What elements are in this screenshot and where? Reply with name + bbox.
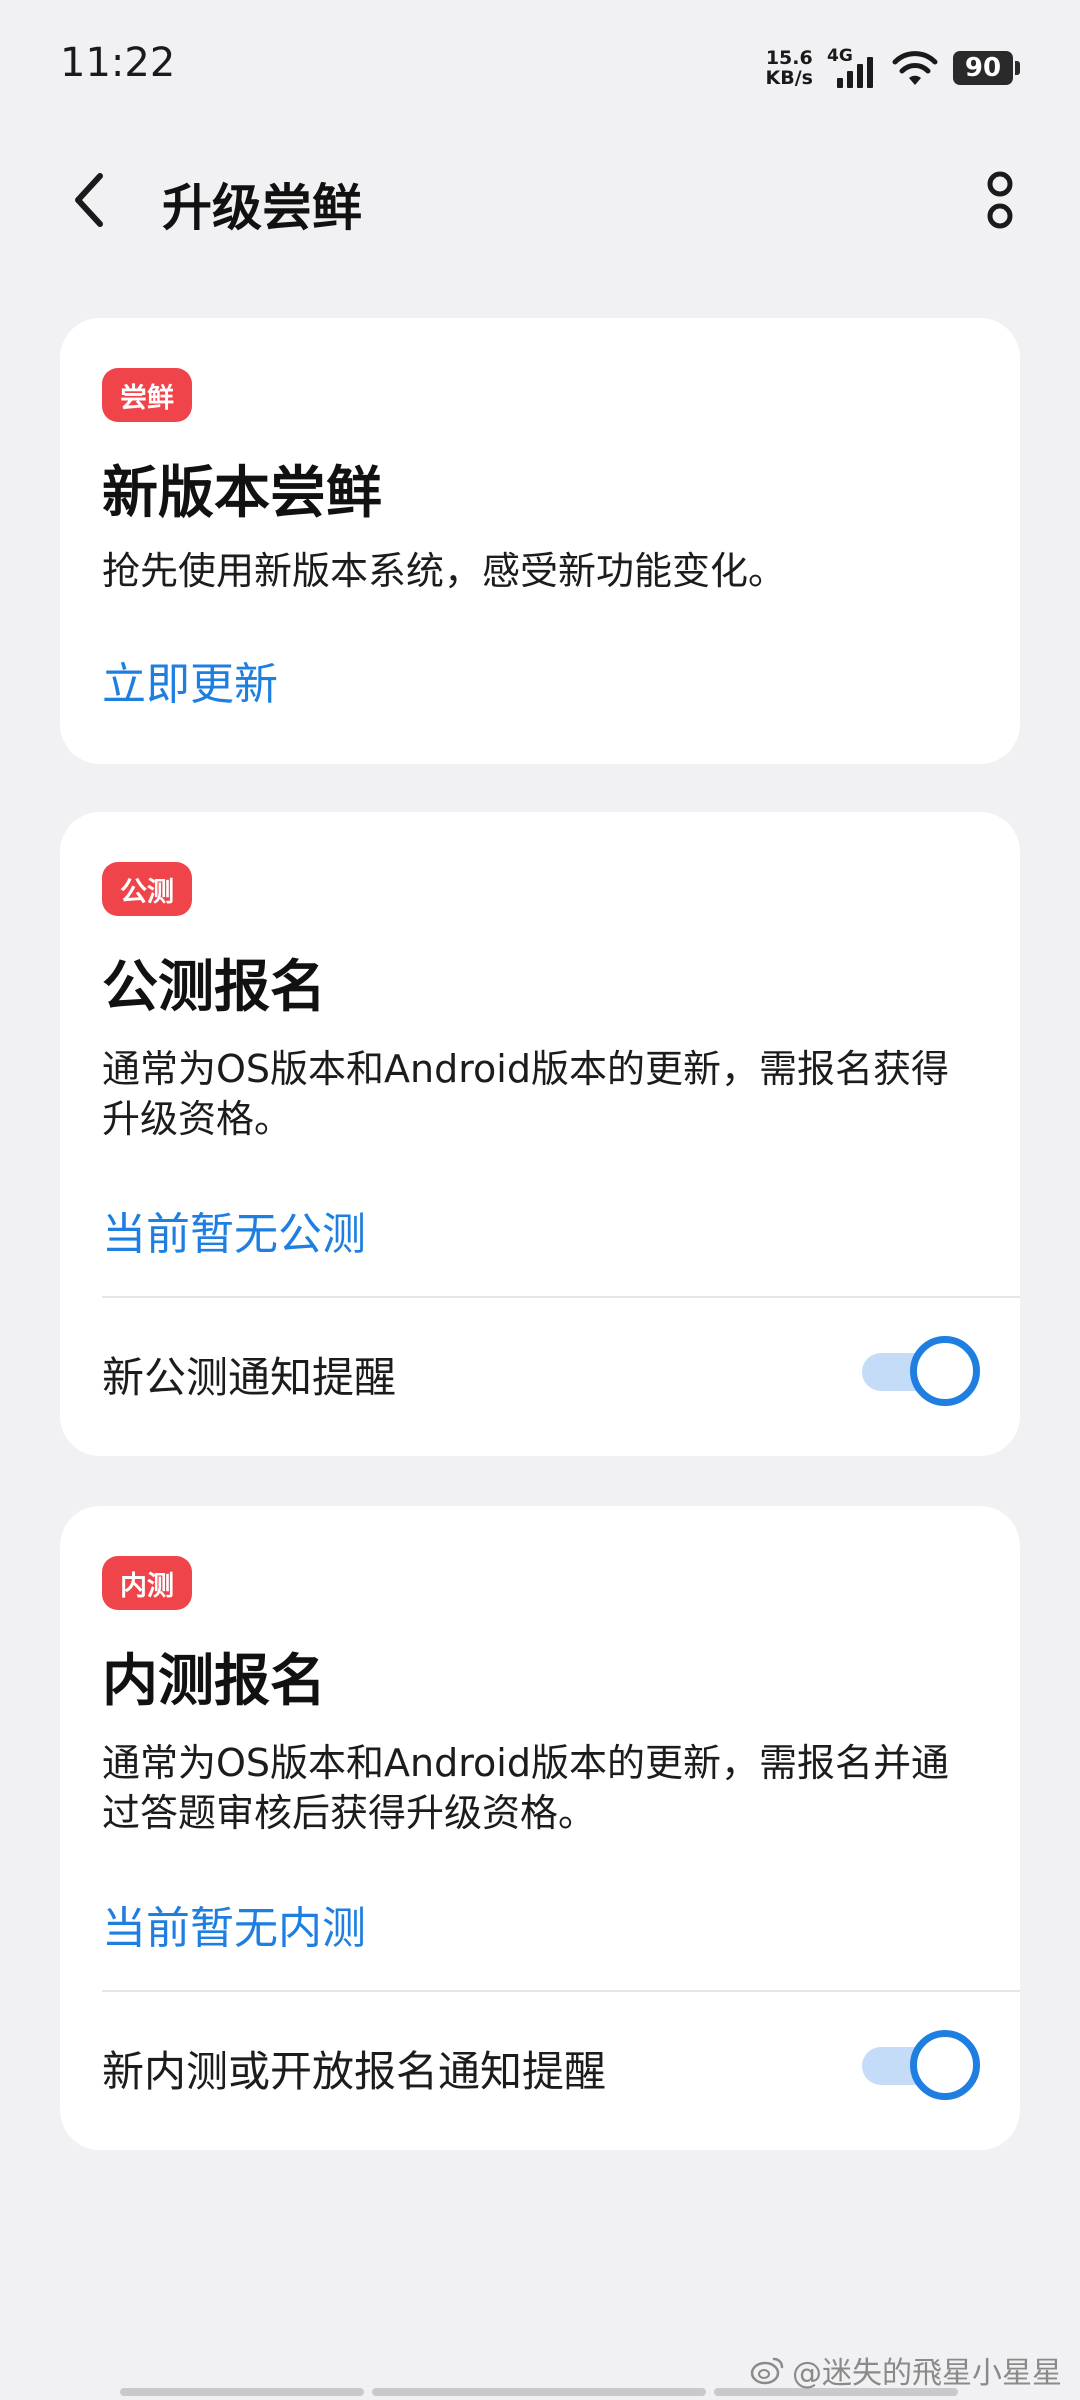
app-header: 升级尝鲜 [0, 150, 1080, 250]
network-speed-unit: KB/s [765, 67, 813, 89]
internal-beta-notify-toggle[interactable] [862, 2030, 980, 2100]
card-description: 抢先使用新版本系统，感受新功能变化。 [102, 549, 787, 593]
battery-level: 90 [953, 51, 1013, 85]
card-description: 通常为OS版本和Android版本的更新，需报名并通过答题审核后获得升级资格。 [102, 1741, 949, 1835]
card-title: 内测报名 [102, 1649, 326, 1714]
status-time: 11:22 [60, 40, 176, 86]
signal-bars [837, 57, 873, 88]
public-beta-notify-toggle[interactable] [862, 1336, 980, 1406]
watermark-text: @迷失的飛星小星星 [792, 2356, 1062, 2391]
status-icons: 15.6 KB/s 4G 90 [766, 46, 1020, 90]
badge-internal-beta: 内测 [102, 1556, 192, 1610]
no-internal-beta-link[interactable]: 当前暂无内测 [102, 1892, 366, 1956]
toggle-label: 新内测或开放报名通知提醒 [102, 2047, 607, 2096]
no-public-beta-link[interactable]: 当前暂无公测 [102, 1198, 366, 1262]
wifi-icon [891, 49, 939, 87]
status-bar: 11:22 15.6 KB/s 4G 90 [0, 0, 1080, 140]
card-description: 通常为OS版本和Android版本的更新，需报名获得升级资格。 [102, 1047, 949, 1141]
badge-preview: 尝鲜 [102, 368, 192, 422]
battery-icon: 90 [953, 51, 1020, 85]
page-title: 升级尝鲜 [162, 179, 362, 237]
card-new-version-preview: 尝鲜 新版本尝鲜 抢先使用新版本系统，感受新功能变化。 立即更新 [60, 318, 1020, 764]
network-speed: 15.6 KB/s [766, 48, 813, 88]
card-title: 公测报名 [102, 955, 326, 1020]
watermark: @迷失的飛星小星星 [750, 2348, 1062, 2392]
toggle-knob [910, 2030, 980, 2100]
cellular-signal-icon: 4G [827, 46, 877, 90]
card-internal-beta: 内测 内测报名 通常为OS版本和Android版本的更新，需报名并通过答题审核后… [60, 1506, 1020, 2150]
weibo-logo-icon [750, 2357, 784, 2385]
card-public-beta: 公测 公测报名 通常为OS版本和Android版本的更新，需报名获得升级资格。 … [60, 812, 1020, 1456]
network-speed-value: 15.6 [765, 47, 813, 69]
more-button[interactable] [978, 166, 1022, 234]
divider [102, 1990, 1020, 1992]
badge-public-beta: 公测 [102, 862, 192, 916]
chevron-left-icon [75, 173, 103, 227]
toggle-knob [910, 1336, 980, 1406]
back-button[interactable] [60, 170, 120, 230]
divider [102, 1296, 1020, 1298]
toggle-label: 新公测通知提醒 [102, 1353, 397, 1402]
more-vertical-icon [987, 171, 1013, 229]
update-now-link[interactable]: 立即更新 [102, 648, 278, 712]
card-title: 新版本尝鲜 [102, 461, 382, 526]
